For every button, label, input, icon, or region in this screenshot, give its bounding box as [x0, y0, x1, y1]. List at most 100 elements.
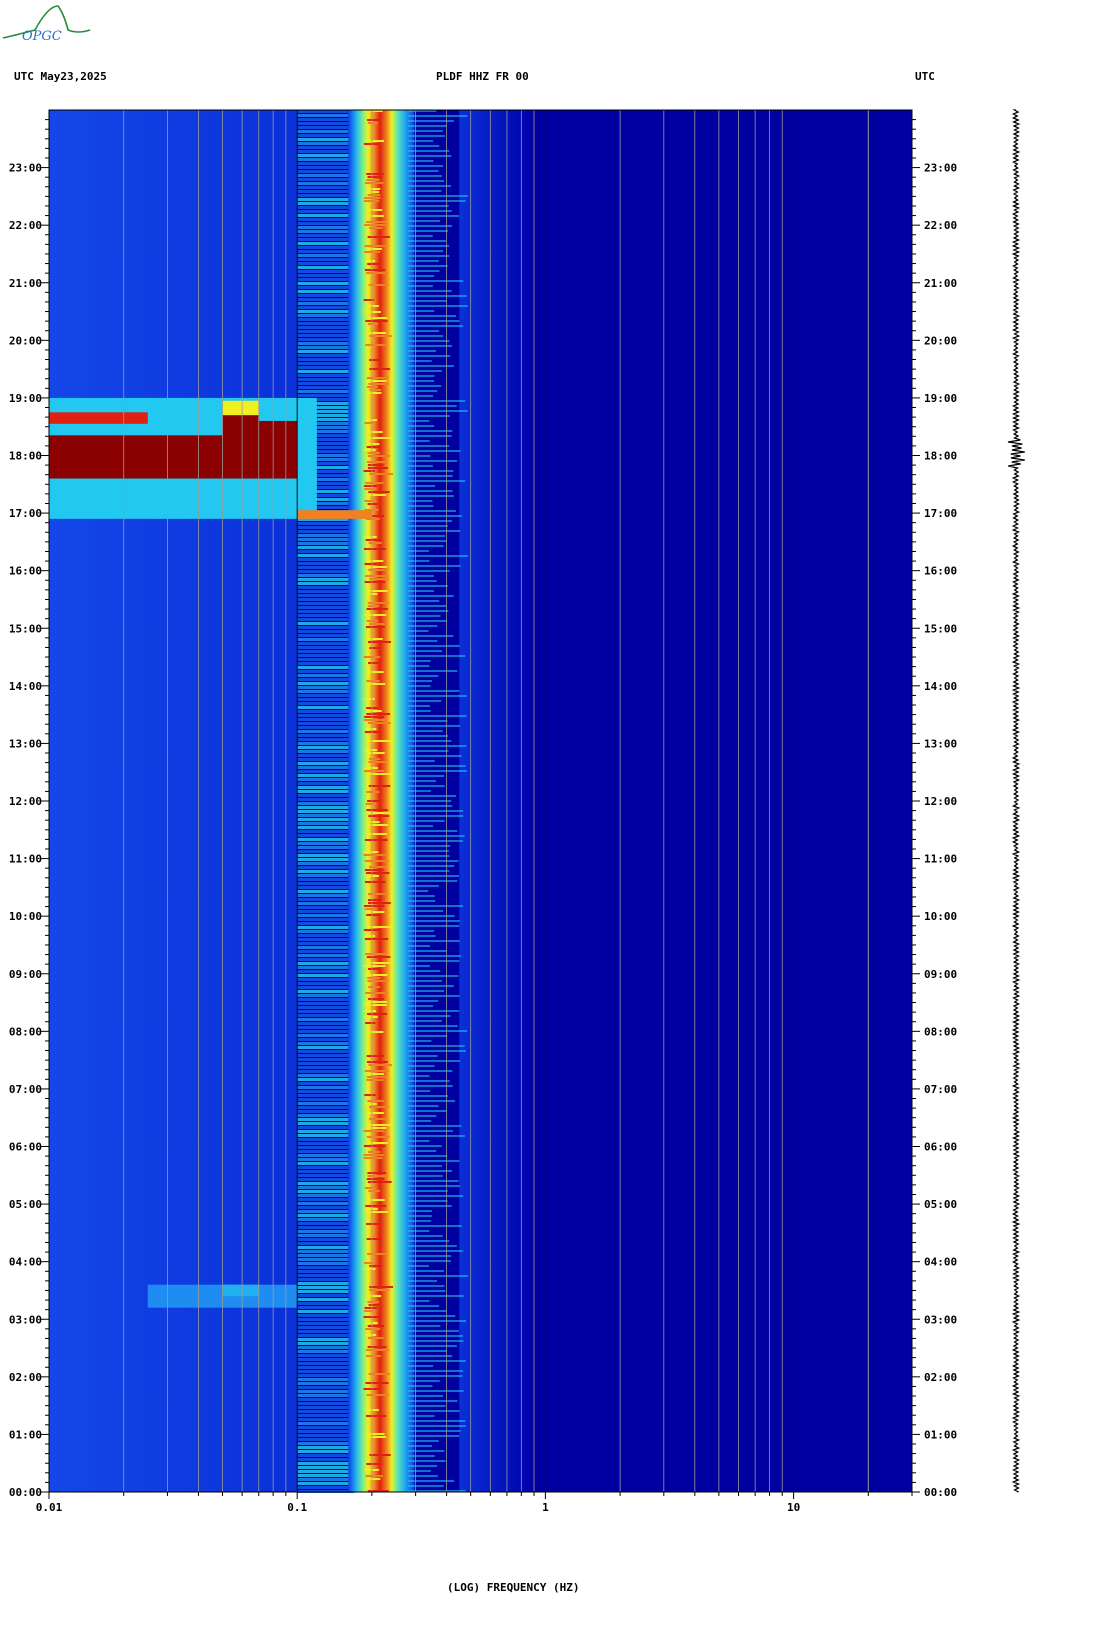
upper-streak: [408, 1290, 446, 1292]
upper-streak: [408, 165, 444, 167]
microseism-streak: [368, 542, 382, 544]
y-tick-label-right: 22:00: [924, 219, 957, 232]
microseism-streak: [367, 641, 391, 643]
upper-streak: [408, 260, 439, 262]
microseism-streak: [364, 488, 376, 490]
upper-streak: [408, 305, 468, 307]
spectrum-streak: [297, 794, 355, 797]
microseism-streak: [364, 839, 388, 841]
upper-streak: [408, 415, 450, 417]
upper-streak: [408, 1485, 444, 1487]
upper-streak: [408, 400, 466, 402]
spectrum-streak: [297, 1406, 355, 1409]
spectrum-streak: [297, 686, 355, 689]
upper-streak: [408, 820, 445, 822]
spectrum-streak: [297, 182, 355, 185]
spectrum-streak: [297, 242, 355, 245]
microseism-streak: [364, 311, 381, 313]
upper-streak: [408, 365, 454, 367]
spectrum-streak: [297, 322, 355, 325]
microseism-streak: [367, 1253, 387, 1255]
x-tick-label: 1: [542, 1501, 549, 1514]
spectrum-streak: [297, 986, 355, 989]
spectrum-streak: [297, 114, 355, 117]
spectrum-streak: [297, 966, 355, 969]
spectrum-streak: [297, 334, 355, 337]
spectrum-streak: [297, 1006, 355, 1009]
spectrum-streak: [297, 138, 355, 141]
spectrum-streak: [297, 886, 355, 889]
spectrum-streak: [297, 890, 355, 893]
spectrum-streak: [297, 702, 355, 705]
spectrum-streak: [297, 1078, 355, 1081]
spectrum-streak: [297, 722, 355, 725]
spectrum-streak: [297, 638, 355, 641]
upper-streak: [408, 445, 450, 447]
microseism-streak: [367, 1175, 386, 1177]
spectrum-streak: [297, 1454, 355, 1457]
microseism-streak: [363, 854, 387, 856]
spectrum-streak: [297, 1482, 355, 1485]
spectrum-streak: [297, 778, 355, 781]
spectrum-streak: [297, 330, 355, 333]
spectrum-streak: [297, 1282, 355, 1285]
spectrum-streak: [297, 1466, 355, 1469]
spectrum-streak: [297, 746, 355, 749]
microseism-streak: [365, 431, 383, 433]
microseism-streak: [365, 482, 385, 484]
microseism-streak: [364, 728, 377, 730]
spectrum-streak: [297, 706, 355, 709]
spectrum-streak: [297, 1046, 355, 1049]
upper-streak: [408, 990, 445, 992]
upper-streak: [408, 370, 442, 372]
upper-streak: [408, 905, 463, 907]
microseism-streak: [366, 713, 391, 715]
upper-streak: [408, 735, 448, 737]
x-tick-label: 0.01: [36, 1501, 63, 1514]
upper-streak: [408, 1175, 443, 1177]
spectrum-streak: [297, 978, 355, 981]
spectrum-streak: [297, 186, 355, 189]
spectrum-streak: [297, 206, 355, 209]
spectrum-streak: [297, 394, 355, 397]
y-tick-label-right: 09:00: [924, 968, 957, 981]
microseism-streak: [367, 452, 381, 454]
y-tick-label-right: 03:00: [924, 1313, 957, 1326]
microseism-streak: [365, 749, 378, 751]
microseism-streak: [365, 1001, 388, 1003]
spectrum-streak: [297, 738, 355, 741]
upper-streak: [408, 685, 431, 687]
upper-streak: [408, 580, 437, 582]
spectrum-streak: [297, 1394, 355, 1397]
upper-streak: [408, 345, 453, 347]
spectrum-streak: [297, 122, 355, 125]
microseism-streak: [366, 1463, 382, 1465]
upper-streak: [408, 1195, 464, 1197]
upper-streak: [408, 805, 453, 807]
spectrum-streak: [297, 1102, 355, 1105]
upper-streak: [408, 395, 434, 397]
microseism-streak: [365, 1328, 381, 1330]
upper-streak: [408, 1250, 464, 1252]
spectrum-streak: [297, 1194, 355, 1197]
microseism-streak: [368, 875, 380, 877]
upper-streak: [408, 815, 464, 817]
spectrum-streak: [297, 270, 355, 273]
upper-streak: [408, 800, 452, 802]
spectrum-streak: [297, 370, 355, 373]
upper-streak: [408, 465, 433, 467]
spectrum-streak: [297, 1334, 355, 1337]
spectrum-streak: [297, 1358, 355, 1361]
upper-streak: [408, 270, 440, 272]
spectrum-streak: [297, 1362, 355, 1365]
microseism-streak: [366, 626, 385, 628]
microseism-streak: [365, 1475, 383, 1477]
spectrum-streak: [297, 142, 355, 145]
upper-streak: [408, 350, 436, 352]
upper-streak: [408, 245, 449, 247]
small-event-peak: [222, 1284, 259, 1297]
upper-streak: [408, 1380, 440, 1382]
spectrum-streak: [297, 1182, 355, 1185]
y-tick-label-left: 19:00: [9, 392, 42, 405]
spectrum-streak: [297, 1378, 355, 1381]
